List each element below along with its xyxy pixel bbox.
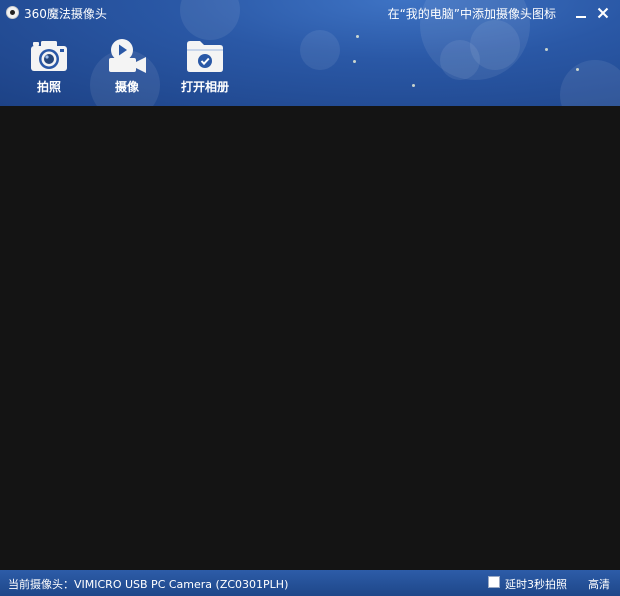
decorative-bokeh bbox=[560, 60, 620, 106]
app-logo-icon bbox=[6, 6, 19, 19]
take-photo-label: 拍照 bbox=[36, 80, 61, 94]
record-video-label: 摄像 bbox=[114, 80, 139, 94]
decorative-star bbox=[353, 60, 356, 63]
hd-quality-button[interactable]: 高清 bbox=[588, 576, 610, 592]
open-album-label: 打开相册 bbox=[180, 80, 229, 94]
decorative-star bbox=[356, 35, 359, 38]
close-icon bbox=[597, 7, 609, 19]
current-camera-text: 当前摄像头：VIMICRO USB PC Camera (ZC0301PLH) bbox=[8, 578, 289, 591]
minimize-icon bbox=[576, 16, 586, 18]
open-album-button[interactable]: 打开相册 bbox=[178, 38, 232, 100]
folder-check-icon bbox=[187, 41, 223, 72]
video-camera-icon bbox=[109, 39, 146, 73]
decorative-star bbox=[576, 68, 579, 71]
app-window: 360魔法摄像头 在“我的电脑”中添加摄像头图标 拍照 摄像 打开相册 当前摄像… bbox=[0, 0, 620, 596]
close-button[interactable] bbox=[594, 4, 612, 22]
record-video-button[interactable]: 摄像 bbox=[104, 38, 150, 100]
camera-icon bbox=[31, 41, 67, 71]
decorative-bokeh bbox=[470, 20, 520, 70]
take-photo-button[interactable]: 拍照 bbox=[26, 38, 72, 100]
minimize-button[interactable] bbox=[572, 4, 590, 22]
title-bar: 360魔法摄像头 在“我的电脑”中添加摄像头图标 bbox=[0, 0, 620, 26]
delay-3s-checkbox[interactable] bbox=[488, 576, 500, 588]
delay-3s-label[interactable]: 延时3秒拍照 bbox=[505, 576, 567, 592]
window-title: 360魔法摄像头 bbox=[24, 7, 107, 21]
decorative-bokeh bbox=[300, 30, 340, 70]
add-desktop-shortcut-link[interactable]: 在“我的电脑”中添加摄像头图标 bbox=[388, 5, 556, 22]
decorative-star bbox=[412, 84, 415, 87]
header: 360魔法摄像头 在“我的电脑”中添加摄像头图标 拍照 摄像 打开相册 bbox=[0, 0, 620, 106]
camera-preview-area bbox=[0, 106, 620, 570]
decorative-star bbox=[545, 48, 548, 51]
status-bar: 当前摄像头：VIMICRO USB PC Camera (ZC0301PLH) … bbox=[0, 570, 620, 596]
